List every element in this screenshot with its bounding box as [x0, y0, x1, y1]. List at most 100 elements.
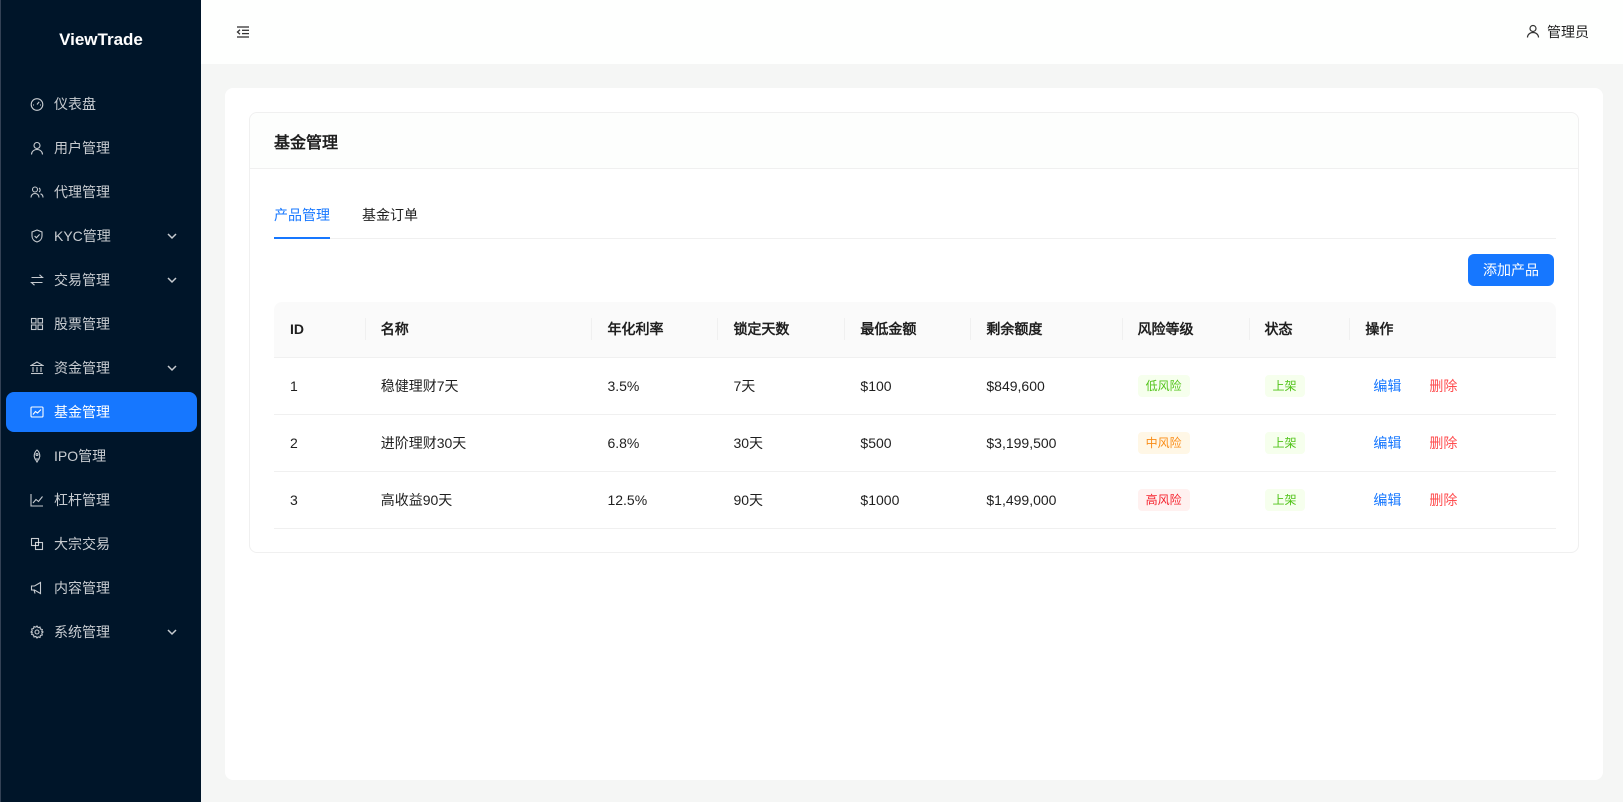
sidebar-item-label: KYC管理 — [54, 228, 111, 244]
sidebar-item-label: 内容管理 — [54, 580, 110, 596]
edit-button[interactable]: 编辑 — [1365, 490, 1409, 510]
cell-rate: 6.8% — [591, 414, 718, 472]
chevron-down-icon — [165, 229, 179, 243]
cell-lock-days: 30天 — [717, 414, 845, 472]
column-header-min-amount: 最低金额 — [844, 302, 971, 358]
column-header-remaining: 剩余额度 — [970, 302, 1122, 358]
tab-fund-orders[interactable]: 基金订单 — [362, 192, 418, 238]
cell-min-amount: $100 — [844, 357, 971, 415]
sidebar-item-label: 交易管理 — [54, 272, 110, 288]
cell-remaining: $849,600 — [970, 357, 1122, 415]
product-table: ID 名称 年化利率 锁定天数 最低金额 剩余额度 风险等级 状态 操作 1 稳… — [274, 302, 1556, 529]
sidebar-item-10[interactable]: 大宗交易 — [6, 524, 197, 564]
chevron-down-icon — [165, 625, 179, 639]
appstore-icon — [29, 316, 45, 332]
sidebar-item-8[interactable]: IPO管理 — [6, 436, 197, 476]
sidebar-item-7[interactable]: 基金管理 — [6, 392, 197, 432]
cell-remaining: $1,499,000 — [970, 471, 1122, 529]
sidebar-item-3[interactable]: KYC管理 — [6, 216, 197, 256]
swap-icon — [29, 272, 45, 288]
cell-min-amount: $1000 — [844, 471, 971, 529]
sidebar-item-label: 仪表盘 — [54, 96, 96, 112]
menu-fold-icon[interactable] — [234, 23, 252, 41]
delete-button[interactable]: 删除 — [1421, 433, 1465, 453]
setting-icon — [29, 624, 45, 640]
sidebar-item-2[interactable]: 代理管理 — [6, 172, 197, 212]
sidebar-item-11[interactable]: 内容管理 — [6, 568, 197, 608]
column-header-status: 状态 — [1248, 302, 1350, 358]
table-row: 2 进阶理财30天 6.8% 30天 $500 $3,199,500 中风险 上… — [274, 414, 1556, 472]
sidebar-item-label: 大宗交易 — [54, 536, 110, 552]
status-tag: 上架 — [1264, 431, 1305, 454]
sidebar-item-label: 用户管理 — [54, 140, 110, 156]
table-row: 1 稳健理财7天 3.5% 7天 $100 $849,600 低风险 上架 编辑… — [274, 357, 1556, 415]
sidebar-item-0[interactable]: 仪表盘 — [6, 84, 197, 124]
page-title: 基金管理 — [250, 113, 1578, 169]
status-tag: 上架 — [1264, 374, 1305, 397]
cell-lock-days: 90天 — [717, 471, 845, 529]
risk-tag: 低风险 — [1137, 374, 1190, 397]
column-header-actions: 操作 — [1349, 302, 1556, 358]
user-icon — [1526, 24, 1540, 41]
table-row: 3 高收益90天 12.5% 90天 $1000 $1,499,000 高风险 … — [274, 471, 1556, 529]
team-icon — [29, 184, 45, 200]
dashboard-icon — [29, 96, 45, 112]
edit-button[interactable]: 编辑 — [1365, 433, 1409, 453]
tab-bar: 产品管理 基金订单 — [274, 193, 1556, 239]
edit-button[interactable]: 编辑 — [1365, 376, 1409, 396]
shield-icon — [29, 228, 45, 244]
cell-remaining: $3,199,500 — [970, 414, 1122, 472]
cell-id: 3 — [274, 471, 365, 529]
cell-rate: 3.5% — [591, 357, 718, 415]
sidebar-item-label: 系统管理 — [54, 624, 110, 640]
tab-product-management[interactable]: 产品管理 — [274, 192, 330, 239]
cell-rate: 12.5% — [591, 471, 718, 529]
fund-icon — [29, 404, 45, 420]
sidebar-item-label: 基金管理 — [54, 404, 110, 420]
status-tag: 上架 — [1264, 488, 1305, 511]
sidebar-item-label: IPO管理 — [54, 448, 107, 464]
column-header-name: 名称 — [364, 302, 592, 358]
sidebar-item-9[interactable]: 杠杆管理 — [6, 480, 197, 520]
block-icon — [29, 536, 45, 552]
sidebar-item-5[interactable]: 股票管理 — [6, 304, 197, 344]
line-chart-icon — [29, 492, 45, 508]
top-header: 管理员 — [201, 0, 1623, 64]
sidebar-item-4[interactable]: 交易管理 — [6, 260, 197, 300]
chevron-down-icon — [165, 273, 179, 287]
risk-tag: 高风险 — [1137, 488, 1190, 511]
sidebar-item-6[interactable]: 资金管理 — [6, 348, 197, 388]
sidebar-item-label: 资金管理 — [54, 360, 110, 376]
cell-name: 稳健理财7天 — [364, 357, 592, 415]
add-product-button[interactable]: 添加产品 — [1468, 254, 1554, 286]
risk-tag: 中风险 — [1137, 431, 1190, 454]
cell-id: 2 — [274, 414, 365, 472]
cell-id: 1 — [274, 357, 365, 415]
sidebar-item-label: 代理管理 — [54, 184, 110, 200]
rocket-icon — [29, 448, 45, 464]
sidebar-item-1[interactable]: 用户管理 — [6, 128, 197, 168]
cell-name: 进阶理财30天 — [364, 414, 592, 472]
column-header-rate: 年化利率 — [591, 302, 718, 358]
table-header-row: ID 名称 年化利率 锁定天数 最低金额 剩余额度 风险等级 状态 操作 — [274, 302, 1556, 358]
column-header-id: ID — [274, 302, 365, 358]
sidebar: ViewTrade 仪表盘用户管理代理管理 KYC管理交易管理股票管理资金管理基金… — [0, 0, 201, 802]
delete-button[interactable]: 删除 — [1421, 376, 1465, 396]
sidebar-menu: 仪表盘用户管理代理管理 KYC管理交易管理股票管理资金管理基金管理 IPO管理杠杆管… — [1, 80, 201, 652]
delete-button[interactable]: 删除 — [1421, 490, 1465, 510]
user-name: 管理员 — [1547, 24, 1589, 40]
cell-name: 高收益90天 — [364, 471, 592, 529]
user-icon — [29, 140, 45, 156]
chevron-down-icon — [165, 361, 179, 375]
fund-card: 基金管理 产品管理 基金订单 添加产品 ID 名称 年化利率 锁定天数 最低金额… — [249, 112, 1579, 553]
column-header-lock-days: 锁定天数 — [717, 302, 845, 358]
sidebar-item-label: 股票管理 — [54, 316, 110, 332]
column-header-risk: 风险等级 — [1121, 302, 1249, 358]
cell-min-amount: $500 — [844, 414, 971, 472]
app-logo: ViewTrade — [59, 30, 143, 49]
bank-icon — [29, 360, 45, 376]
user-menu[interactable]: 管理员 — [1526, 22, 1589, 42]
notification-icon — [29, 580, 45, 596]
sidebar-item-label: 杠杆管理 — [54, 492, 110, 508]
sidebar-item-12[interactable]: 系统管理 — [6, 612, 197, 652]
